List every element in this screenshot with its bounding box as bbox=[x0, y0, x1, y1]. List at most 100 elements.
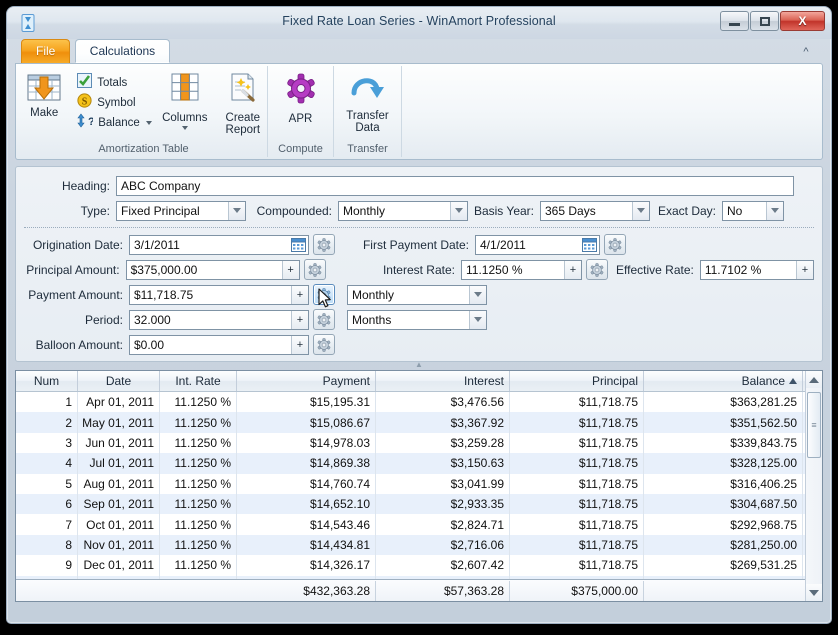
interest-rate-spinner[interactable]: + bbox=[563, 260, 581, 279]
first-payment-date-input[interactable]: 4/1/2011 bbox=[475, 234, 600, 255]
period-input[interactable]: 32.000 + bbox=[129, 309, 309, 330]
balloon-amount-spinner[interactable]: + bbox=[291, 335, 308, 354]
cell-interest: $2,933.35 bbox=[376, 493, 510, 515]
table-row[interactable]: 7 Oct 01, 2011 11.1250 % $14,543.46 $2,824.7… bbox=[16, 514, 822, 535]
chevron-down-icon[interactable] bbox=[228, 201, 245, 220]
payment-frequency-select[interactable]: Monthly bbox=[347, 284, 487, 305]
grid-header-interest[interactable]: Interest bbox=[376, 371, 510, 391]
calendar-icon[interactable] bbox=[580, 236, 599, 254]
origination-date-input[interactable]: 3/1/2011 bbox=[129, 234, 309, 255]
transfer-data-button[interactable]: Transfer Data bbox=[339, 70, 397, 134]
cell-rate: 11.1250 % bbox=[160, 493, 237, 515]
scroll-down-button[interactable] bbox=[806, 584, 822, 601]
grid-header-rate[interactable]: Int. Rate bbox=[160, 371, 237, 391]
table-row[interactable]: 3 Jun 01, 2011 11.1250 % $14,978.03 $3,259.2… bbox=[16, 432, 822, 454]
payment-amount-input[interactable]: $11,718.75 + bbox=[129, 284, 309, 305]
exact-day-select[interactable]: No bbox=[722, 200, 784, 221]
purple-gear-icon bbox=[285, 73, 317, 109]
table-row[interactable]: 10Jan 01, 201211.1250 %$14,217.53$2,498.… bbox=[16, 575, 822, 579]
maximize-icon bbox=[759, 16, 770, 26]
chevron-down-icon[interactable] bbox=[469, 310, 486, 329]
scrollbar-track[interactable]: ≡ bbox=[806, 388, 822, 584]
table-row[interactable]: 4 Jul 01, 2011 11.1250 % $14,869.38 $3,150.6… bbox=[16, 453, 822, 474]
first-payment-date-settings-button[interactable] bbox=[604, 234, 626, 255]
principal-amount-spinner[interactable]: + bbox=[281, 260, 299, 279]
grid-header-date[interactable]: Date bbox=[78, 371, 160, 391]
cell-num: 9 bbox=[16, 555, 78, 576]
cell-rate: 11.1250 % bbox=[160, 555, 237, 576]
symbol-button[interactable]: S Symbol bbox=[73, 93, 156, 113]
gear-icon bbox=[317, 237, 331, 252]
table-row[interactable]: 9 Dec 01, 2011 11.1250 % $14,326.17 $2,607.4… bbox=[16, 555, 822, 576]
table-row[interactable]: 2 May 01, 2011 11.1250 % $15,086.67 $3,367.9… bbox=[16, 412, 822, 433]
cell-payment: $14,869.38 bbox=[237, 453, 376, 474]
scrollbar-thumb[interactable]: ≡ bbox=[807, 392, 821, 458]
close-button[interactable]: X bbox=[780, 11, 825, 31]
cell-balance: $351,562.50 bbox=[644, 412, 803, 433]
cell-num: 3 bbox=[16, 432, 78, 454]
chevron-down-icon[interactable] bbox=[469, 285, 486, 304]
scroll-up-button[interactable] bbox=[806, 371, 822, 388]
cell-principal: $11,718.75 bbox=[510, 412, 644, 433]
heading-input[interactable]: ABC Company bbox=[116, 175, 794, 196]
balance-button[interactable]: ? Balance bbox=[73, 113, 156, 133]
interest-rate-input[interactable]: 11.1250 % + bbox=[461, 259, 582, 280]
chevron-down-icon[interactable] bbox=[181, 126, 188, 130]
table-row[interactable]: 1 Apr 01, 2011 11.1250 % $15,195.31 $3,476.5… bbox=[16, 392, 822, 413]
chevron-down-icon[interactable] bbox=[450, 201, 467, 220]
ribbon-tabstrip: File Calculations bbox=[7, 39, 831, 63]
grid-header-payment[interactable]: Payment bbox=[237, 371, 376, 391]
payment-amount-spinner[interactable]: + bbox=[291, 285, 308, 304]
principal-amount-settings-button[interactable] bbox=[303, 259, 326, 280]
compounded-label: Compounded: bbox=[256, 203, 332, 218]
calendar-icon[interactable] bbox=[289, 236, 308, 254]
origination-date-settings-button[interactable] bbox=[313, 234, 335, 255]
balloon-amount-input[interactable]: $0.00 + bbox=[129, 334, 309, 355]
maximize-button[interactable] bbox=[750, 11, 779, 31]
effective-rate-label: Effective Rate: bbox=[616, 262, 694, 277]
chevron-down-icon[interactable] bbox=[632, 201, 649, 220]
cell-rate: 11.1250 % bbox=[160, 392, 237, 413]
cell-principal: $11,718.75 bbox=[510, 473, 644, 494]
apr-button[interactable]: APR bbox=[272, 70, 330, 125]
compounded-select[interactable]: Monthly bbox=[338, 200, 468, 221]
totals-button[interactable]: Totals bbox=[73, 73, 156, 93]
chevron-up-icon[interactable]: ^ bbox=[798, 45, 814, 59]
chevron-down-icon[interactable] bbox=[145, 121, 152, 125]
period-unit-select[interactable]: Months bbox=[347, 309, 487, 330]
grid-header-num[interactable]: Num bbox=[16, 371, 78, 391]
minimize-button[interactable] bbox=[720, 11, 749, 31]
basis-year-select[interactable]: 365 Days bbox=[540, 200, 650, 221]
period-settings-button[interactable] bbox=[313, 309, 335, 330]
grid-header-balance[interactable]: Balance bbox=[644, 371, 803, 391]
symbol-label: Symbol bbox=[97, 97, 136, 109]
table-row[interactable]: 8 Nov 01, 2011 11.1250 % $14,434.81 $2,716.0… bbox=[16, 534, 822, 556]
grid-header-principal[interactable]: Principal bbox=[510, 371, 644, 391]
payment-amount-settings-button[interactable] bbox=[313, 284, 335, 305]
chevron-down-icon[interactable] bbox=[766, 201, 783, 220]
principal-amount-input[interactable]: $375,000.00 + bbox=[125, 259, 300, 280]
balance-arrows-icon: ? bbox=[77, 113, 95, 133]
type-select[interactable]: Fixed Principal bbox=[116, 200, 246, 221]
grid-vertical-scrollbar[interactable]: ≡ bbox=[805, 371, 822, 601]
cell-balance: $269,531.25 bbox=[644, 555, 803, 576]
panel-splitter[interactable]: ▲ bbox=[7, 361, 831, 370]
effective-rate-spinner[interactable]: + bbox=[796, 260, 813, 279]
columns-button[interactable]: Columns bbox=[156, 70, 214, 130]
balloon-amount-label: Balloon Amount: bbox=[35, 337, 123, 352]
interest-rate-settings-button[interactable] bbox=[585, 259, 608, 280]
principal-amount-value: $375,000.00 bbox=[130, 262, 198, 277]
make-button[interactable]: Make bbox=[15, 70, 73, 119]
table-row[interactable]: 6 Sep 01, 2011 11.1250 % $14,652.10 $2,933.3… bbox=[16, 493, 822, 515]
tab-calculations[interactable]: Calculations bbox=[74, 39, 171, 63]
effective-rate-input[interactable]: 11.7102 % + bbox=[699, 259, 814, 280]
report-wand-icon bbox=[227, 73, 259, 108]
cell-interest: $2,498.78 bbox=[376, 575, 510, 579]
create-report-button[interactable]: Create Report bbox=[214, 70, 272, 136]
tab-file[interactable]: File bbox=[21, 39, 71, 63]
table-row[interactable]: 5 Aug 01, 2011 11.1250 % $14,760.74 $3,041.9… bbox=[16, 473, 822, 494]
balloon-amount-settings-button[interactable] bbox=[313, 334, 335, 355]
grid-body: 1 Apr 01, 2011 11.1250 % $15,195.31 $3,476.5… bbox=[16, 392, 822, 579]
cell-interest: $2,716.06 bbox=[376, 534, 510, 556]
period-spinner[interactable]: + bbox=[291, 310, 308, 329]
